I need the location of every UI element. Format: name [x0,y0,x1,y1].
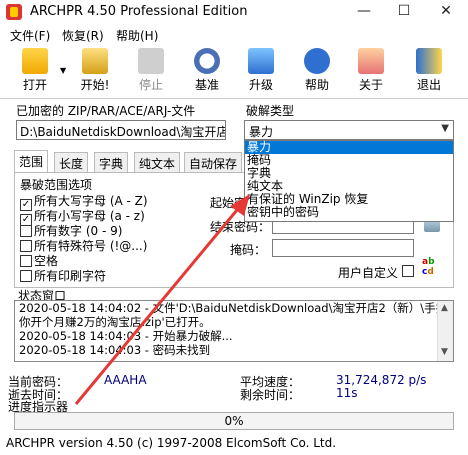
tab-dictionary[interactable]: 字典 [94,152,129,172]
help-button[interactable]: 帮助 [292,48,342,98]
tab-plaintext[interactable]: 纯文本 [134,152,181,172]
upgrade-label: 升级 [248,78,273,92]
attack-type-dropdown: 暴力 掩码 字典 纯文本 有保证的 WinZip 恢复 密钥中的密码 [244,140,454,222]
start-key-icon [82,48,108,74]
checkbox-printable-label: 所有印刷字符 [34,269,107,283]
checkbox-digits-box[interactable] [20,225,32,237]
checkbox-printable-box[interactable] [20,270,32,282]
menu-file[interactable]: 文件(F) [10,27,50,44]
checkbox-space[interactable]: 空格 [20,252,59,268]
upgrade-icon [248,48,274,74]
stop-key-icon [138,48,164,74]
toolbar: 打开 ▼ 开始! 停止 基准 升级 帮助 关于 退出 [0,46,468,98]
chevron-down-icon[interactable]: ▼ [441,123,449,134]
tab-length[interactable]: 长度 [54,152,89,172]
maximize-button[interactable]: ☐ [384,0,424,24]
scroll-up-icon[interactable]: ▲ [441,303,448,313]
progress-bar: 0% [14,412,454,430]
open-dropdown-arrow-icon[interactable]: ▼ [60,66,66,75]
menu-help[interactable]: 帮助(H) [116,27,158,44]
status-line-1: 2020-05-18 14:04:02 - 文件'D:\BaiduNetdisk… [19,301,454,315]
checkbox-lowercase[interactable]: ✓ 所有小写字母 (a - z) [20,207,145,226]
benchmark-label: 基准 [194,78,219,92]
attack-option-brute-force[interactable]: 暴力 [245,141,453,154]
start-button[interactable]: 开始! [70,48,120,98]
about-icon [358,48,384,74]
toolbar-divider [0,98,468,99]
current-password-value: AAAHA [104,373,147,387]
charset-abc-icon[interactable]: ab cd [422,257,442,277]
stop-label: 停止 [138,78,163,92]
title-bar: ARCHPR 4.50 Professional Edition — ☐ ✕ [0,0,468,24]
stop-button[interactable]: 停止 [126,48,176,98]
about-label: 关于 [358,78,383,92]
encrypted-file-path[interactable]: D:\BaiduNetdiskDownload\淘宝开店2（新 [16,120,226,140]
range-group-label: 暴破范围选项 [20,178,93,192]
checkbox-special-label: 所有特殊符号 (!@...) [34,239,148,253]
mask-input[interactable] [272,239,414,257]
mask-label: 掩码： [230,243,267,257]
window-title: ARCHPR 4.50 Professional Edition [30,4,248,19]
attack-type-selected: 暴力 [249,125,274,139]
open-folder-icon [22,48,48,74]
attack-option-mask[interactable]: 掩码 [245,154,453,167]
remaining-time-label: 剩余时间： [240,388,301,402]
exit-door-icon [416,48,442,74]
upgrade-button[interactable]: 升级 [236,48,286,98]
checkbox-space-label: 空格 [34,254,59,268]
avg-speed-value: 31,724,872 p/s [336,373,427,387]
attack-option-key-password[interactable]: 密钥中的密码 [245,206,453,219]
status-scrollbar[interactable]: ▲ ▼ [437,301,453,361]
help-label: 帮助 [304,78,329,92]
progress-percent: 0% [224,414,244,428]
checkbox-uppercase-label: 所有大写字母 (A - Z) [34,194,148,208]
scroll-down-icon[interactable]: ▼ [441,347,448,357]
open-label: 打开 [22,78,47,92]
tab-range[interactable]: 范围 [14,150,49,172]
encrypted-file-label: 已加密的 ZIP/RAR/ACE/ARJ-文件 [16,104,196,118]
checkbox-special[interactable]: 所有特殊符号 (!@...) [20,237,148,253]
tab-autosave[interactable]: 自动保存 [184,152,243,172]
menu-recovery[interactable]: 恢复(R) [62,27,104,44]
open-button[interactable]: 打开 [10,48,60,98]
attack-type-select[interactable]: 暴力 ▼ [244,120,454,140]
footer-copyright: ARCHPR version 4.50 (c) 1997-2008 ElcomS… [6,436,337,450]
menu-bar: 文件(F) 恢复(R) 帮助(H) [0,26,468,44]
close-button[interactable]: ✕ [426,0,466,24]
status-line-4: 2020-05-18 14:04:03 - 密码未找到 [19,343,211,357]
help-icon [304,48,330,74]
checkbox-lowercase-label: 所有小写字母 (a - z) [34,209,145,223]
checkbox-space-box[interactable] [20,255,32,267]
status-line-3: 2020-05-18 14:04:03 - 开始暴力破解... [19,329,233,343]
checkbox-special-box[interactable] [20,240,32,252]
checkbox-digits[interactable]: 所有数字 (0 - 9) [20,222,123,238]
archpr-app-icon [6,4,22,20]
attack-type-label: 破解类型 [246,104,295,118]
start-password-label: 起始密 [210,196,247,210]
remaining-time-value: 11s [336,386,358,400]
checkbox-printable[interactable]: 所有印刷字符 [20,267,107,283]
checkbox-digits-label: 所有数字 (0 - 9) [34,224,123,238]
start-label: 开始! [80,78,110,92]
status-line-2: 你开个月赚2万的淘宝店.zip'已打开。 [19,315,211,329]
exit-button[interactable]: 退出 [404,48,454,98]
benchmark-button[interactable]: 基准 [182,48,232,98]
checkbox-uppercase[interactable]: ✓ 所有大写字母 (A - Z) [20,192,148,211]
minimize-button[interactable]: — [344,0,384,24]
about-button[interactable]: 关于 [346,48,396,98]
stopwatch-icon [194,48,220,74]
status-log: 2020-05-18 14:04:02 - 文件'D:\BaiduNetdisk… [14,300,454,362]
user-defined-checkbox[interactable] [402,265,414,277]
exit-label: 退出 [416,78,441,92]
user-defined-label: 用户自定义 [338,266,399,280]
